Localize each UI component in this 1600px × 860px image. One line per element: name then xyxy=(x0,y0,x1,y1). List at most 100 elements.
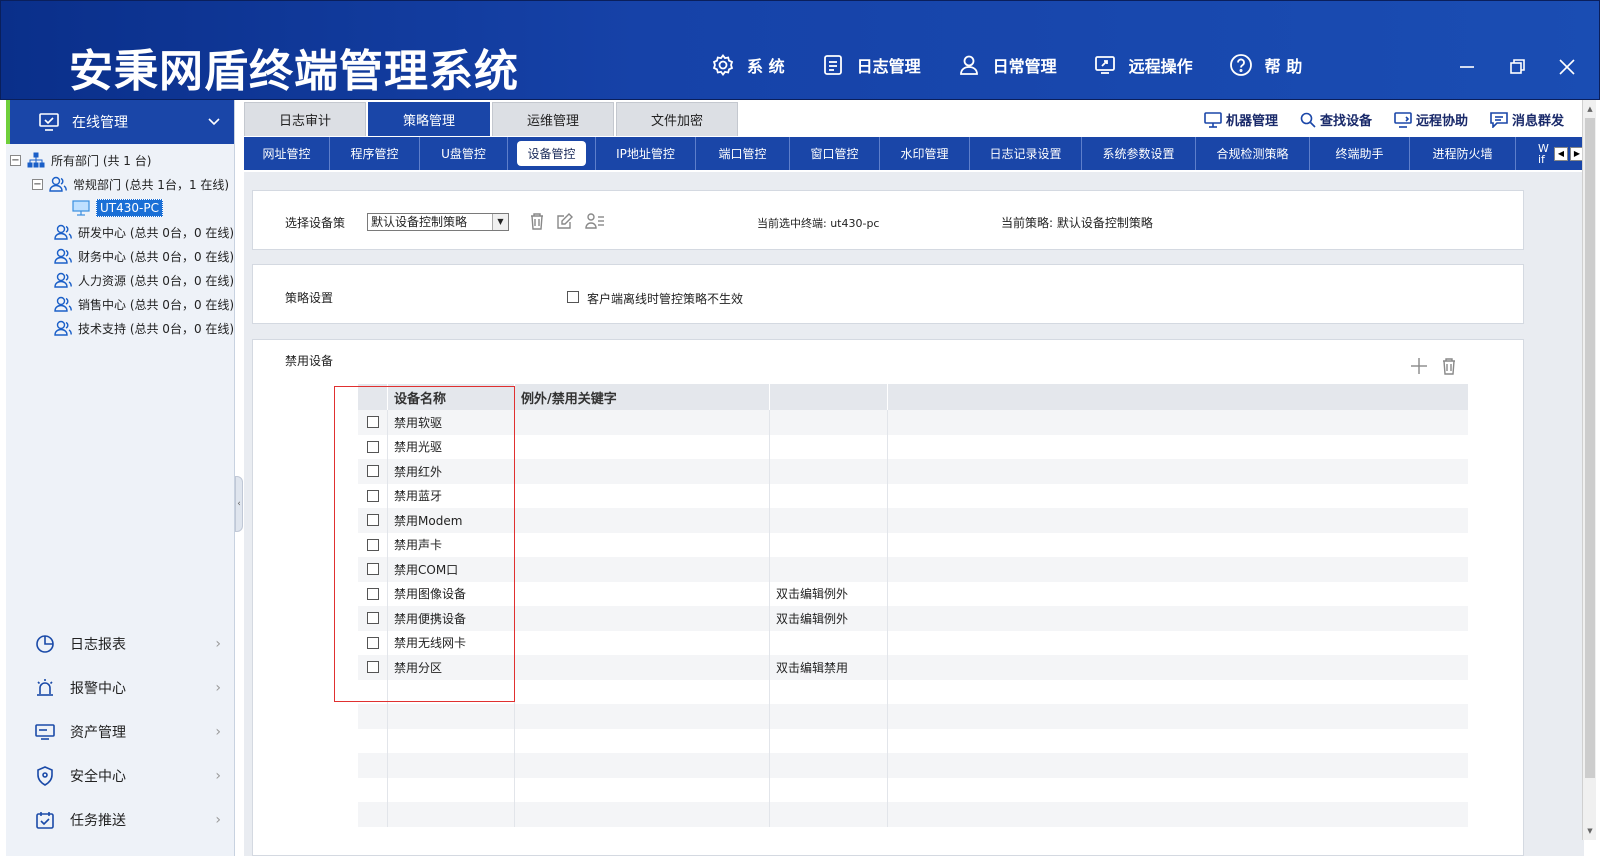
note-cell[interactable] xyxy=(770,557,888,582)
subnav-item-system-params[interactable]: 系统参数设置 xyxy=(1082,137,1196,170)
subnav-item-usb-control[interactable]: U盘管控 xyxy=(420,137,508,170)
keyword-cell[interactable] xyxy=(515,459,770,484)
note-cell[interactable] xyxy=(770,630,888,655)
tree-group[interactable]: 人力资源 (总共 0台，0 在线) xyxy=(10,268,234,292)
tree-root[interactable]: − 所有部门 (共 1 台) xyxy=(10,148,234,172)
column-header[interactable] xyxy=(770,384,888,410)
note-cell[interactable]: 双击编辑禁用 xyxy=(770,655,888,680)
note-cell[interactable]: 双击编辑例外 xyxy=(770,581,888,606)
scroll-left-button[interactable]: ◀ xyxy=(1554,146,1568,161)
subnav-item-device-control[interactable]: 设备管控 xyxy=(508,137,596,170)
top-nav-log-management[interactable]: 日志管理 xyxy=(821,53,921,77)
table-row[interactable]: 禁用便携设备 双击编辑例外 xyxy=(358,606,1468,631)
delete-device-button[interactable] xyxy=(1439,356,1459,376)
row-checkbox[interactable] xyxy=(366,416,379,429)
table-row[interactable]: 禁用无线网卡 xyxy=(358,630,1468,655)
row-checkbox[interactable] xyxy=(366,514,379,527)
table-row[interactable]: 禁用分区 双击编辑禁用 xyxy=(358,655,1468,680)
keyword-cell[interactable] xyxy=(515,483,770,508)
table-row[interactable]: 禁用软驱 xyxy=(358,410,1468,435)
subnav-item-log-settings[interactable]: 日志记录设置 xyxy=(970,137,1082,170)
top-nav-daily-management[interactable]: 日常管理 xyxy=(957,53,1057,77)
tree-group[interactable]: 技术支持 (总共 0台，0 在线) xyxy=(10,316,234,340)
column-header[interactable]: 例外/禁用关键字 xyxy=(515,384,770,410)
note-cell[interactable] xyxy=(770,483,888,508)
sidebar-item-task-push[interactable]: 任务推送 › xyxy=(6,798,235,842)
keyword-cell[interactable] xyxy=(515,532,770,557)
tab-policy-management[interactable]: 策略管理 xyxy=(368,102,490,136)
assign-policy-button[interactable] xyxy=(585,211,605,231)
note-cell[interactable] xyxy=(770,410,888,435)
tree-device-ut430-pc[interactable]: UT430-PC xyxy=(10,196,234,220)
note-cell[interactable] xyxy=(770,508,888,533)
scroll-up-icon[interactable]: ▲ xyxy=(1583,102,1597,116)
table-row[interactable]: 禁用COM口 xyxy=(358,557,1468,582)
table-row[interactable]: 禁用红外 xyxy=(358,459,1468,484)
sidebar-item-security-center[interactable]: 安全中心 › xyxy=(6,754,235,798)
subnav-item-compliance[interactable]: 合规检测策略 xyxy=(1196,137,1310,170)
remote-assist-button[interactable]: 远程协助 xyxy=(1394,110,1468,129)
subnav-item-program-control[interactable]: 程序管控 xyxy=(330,137,420,170)
keyword-cell[interactable] xyxy=(515,655,770,680)
scroll-down-icon[interactable]: ▼ xyxy=(1583,824,1597,838)
subnav-item-terminal-assistant[interactable]: 终端助手 xyxy=(1310,137,1410,170)
scroll-thumb[interactable] xyxy=(1585,118,1595,778)
row-checkbox[interactable] xyxy=(366,612,379,625)
edit-policy-button[interactable] xyxy=(555,211,575,231)
note-cell[interactable]: 双击编辑例外 xyxy=(770,606,888,631)
table-row[interactable]: 禁用图像设备 双击编辑例外 xyxy=(358,581,1468,606)
subnav-item-process-firewall[interactable]: 进程防火墙 xyxy=(1410,137,1516,170)
column-header[interactable]: 设备名称 xyxy=(388,384,515,410)
table-row[interactable]: 禁用Modem xyxy=(358,508,1468,533)
keyword-cell[interactable] xyxy=(515,434,770,459)
keyword-cell[interactable] xyxy=(515,508,770,533)
subnav-item-window-control[interactable]: 窗口管控 xyxy=(790,137,880,170)
tab-log-audit[interactable]: 日志审计 xyxy=(244,102,366,136)
keyword-cell[interactable] xyxy=(515,557,770,582)
tab-ops-management[interactable]: 运维管理 xyxy=(492,102,614,136)
subnav-item-url-control[interactable]: 网址管控 xyxy=(244,137,330,170)
sidebar-item-asset-management[interactable]: 资产管理 › xyxy=(6,710,235,754)
keyword-cell[interactable] xyxy=(515,606,770,631)
note-cell[interactable] xyxy=(770,434,888,459)
top-nav-remote-operation[interactable]: 远程操作 xyxy=(1093,53,1193,77)
subnav-item-watermark[interactable]: 水印管理 xyxy=(880,137,970,170)
machine-management-button[interactable]: 机器管理 xyxy=(1204,110,1278,129)
tree-group[interactable]: 研发中心 (总共 0台，0 在线) xyxy=(10,220,234,244)
subnav-item-ip-control[interactable]: IP地址管控 xyxy=(596,137,696,170)
sidebar-header-online-management[interactable]: 在线管理 xyxy=(6,100,234,144)
row-checkbox[interactable] xyxy=(366,538,379,551)
offline-policy-checkbox[interactable] xyxy=(567,291,579,303)
note-cell[interactable] xyxy=(770,532,888,557)
tree-group[interactable]: 销售中心 (总共 0台，0 在线) xyxy=(10,292,234,316)
keyword-cell[interactable] xyxy=(515,410,770,435)
table-row[interactable]: 禁用声卡 xyxy=(358,532,1468,557)
collapse-toggle[interactable]: − xyxy=(10,154,21,166)
broadcast-message-button[interactable]: 消息群发 xyxy=(1490,110,1564,129)
add-device-button[interactable] xyxy=(1409,356,1429,376)
row-checkbox[interactable] xyxy=(366,661,379,674)
note-cell[interactable] xyxy=(770,459,888,484)
sidebar-collapse-handle[interactable]: ‹ xyxy=(235,476,243,532)
maximize-button[interactable] xyxy=(1505,55,1529,79)
collapse-toggle[interactable]: − xyxy=(32,178,43,190)
close-button[interactable] xyxy=(1555,55,1579,79)
top-nav-system[interactable]: 系 统 xyxy=(711,53,785,77)
sidebar-item-alarm-center[interactable]: 报警中心 › xyxy=(6,666,235,710)
tree-group[interactable]: 财务中心 (总共 0台，0 在线) xyxy=(10,244,234,268)
top-nav-help[interactable]: 帮 助 xyxy=(1229,53,1302,77)
tree-group[interactable]: − 常规部门 (总共 1台，1 在线) xyxy=(10,172,234,196)
sidebar-item-log-report[interactable]: 日志报表 › xyxy=(6,622,235,666)
keyword-cell[interactable] xyxy=(515,630,770,655)
table-row[interactable]: 禁用蓝牙 xyxy=(358,483,1468,508)
tab-file-encryption[interactable]: 文件加密 xyxy=(616,102,738,136)
row-checkbox[interactable] xyxy=(366,440,379,453)
row-checkbox[interactable] xyxy=(366,636,379,649)
delete-policy-button[interactable] xyxy=(527,211,547,231)
row-checkbox[interactable] xyxy=(366,489,379,502)
keyword-cell[interactable] xyxy=(515,581,770,606)
vertical-scrollbar[interactable]: ▲ ▼ xyxy=(1582,100,1596,840)
table-row[interactable]: 禁用光驱 xyxy=(358,434,1468,459)
policy-select[interactable]: 默认设备控制策略 ▼ xyxy=(367,213,509,231)
row-checkbox[interactable] xyxy=(366,465,379,478)
